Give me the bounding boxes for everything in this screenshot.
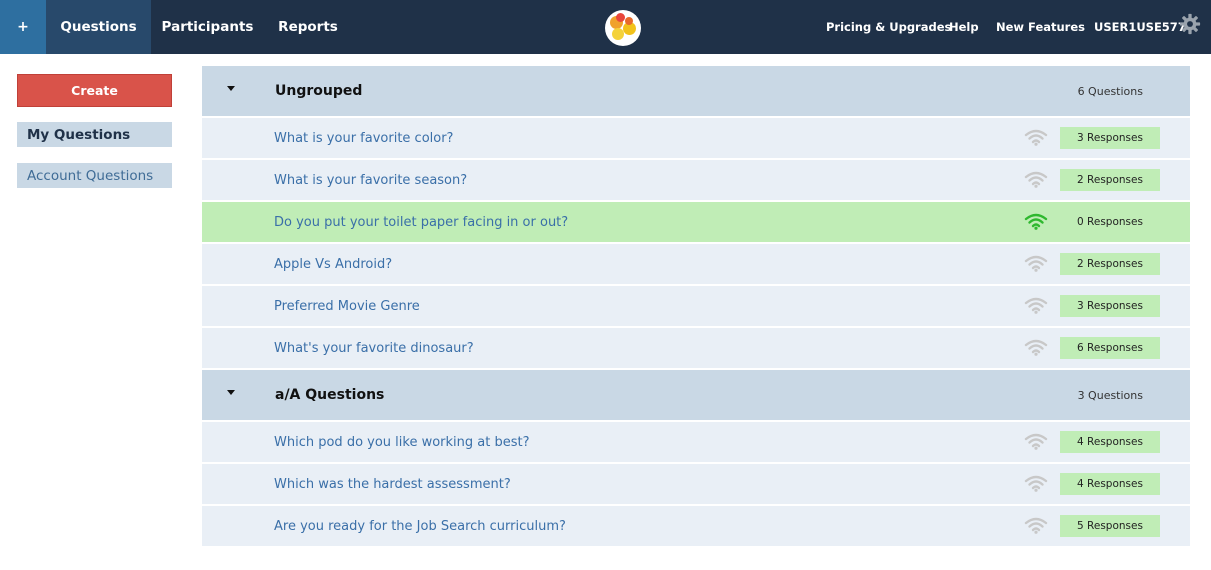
group-question-count: 6 Questions xyxy=(1077,84,1143,98)
tab-participants[interactable]: Participants xyxy=(151,0,264,54)
question-list: Ungrouped 6 Questions What is your favor… xyxy=(202,66,1190,548)
question-row: What is your favorite season? 2 Response… xyxy=(202,160,1190,200)
group-header-aa-questions: a/A Questions 3 Questions xyxy=(202,370,1190,420)
wifi-activate-icon[interactable] xyxy=(1024,254,1048,272)
sidebar-item-my-questions[interactable]: My Questions xyxy=(17,122,172,147)
group-title: Ungrouped xyxy=(275,83,363,99)
wifi-activate-icon[interactable] xyxy=(1024,296,1048,314)
app-logo xyxy=(605,10,641,46)
question-row: What's your favorite dinosaur? 6 Respons… xyxy=(202,328,1190,368)
responses-badge[interactable]: 0 Responses xyxy=(1060,211,1160,233)
responses-badge[interactable]: 5 Responses xyxy=(1060,515,1160,537)
wifi-activate-icon[interactable] xyxy=(1024,516,1048,534)
group-header-ungrouped: Ungrouped 6 Questions xyxy=(202,66,1190,116)
question-link[interactable]: What's your favorite dinosaur? xyxy=(274,328,474,368)
responses-badge[interactable]: 4 Responses xyxy=(1060,431,1160,453)
tab-questions[interactable]: Questions xyxy=(46,0,151,54)
wifi-activate-icon[interactable] xyxy=(1024,474,1048,492)
question-link[interactable]: Are you ready for the Job Search curricu… xyxy=(274,506,566,546)
question-link[interactable]: What is your favorite color? xyxy=(274,118,453,158)
wifi-activate-icon[interactable] xyxy=(1024,128,1048,146)
sidebar-item-account-questions[interactable]: Account Questions xyxy=(17,163,172,188)
question-link[interactable]: Which pod do you like working at best? xyxy=(274,422,530,462)
pricing-link[interactable]: Pricing & Upgrades xyxy=(826,0,951,54)
gear-icon[interactable] xyxy=(1179,13,1201,35)
collapse-caret-icon[interactable] xyxy=(227,390,235,395)
question-row: Which was the hardest assessment? 4 Resp… xyxy=(202,464,1190,504)
group-title: a/A Questions xyxy=(275,387,385,403)
responses-badge[interactable]: 6 Responses xyxy=(1060,337,1160,359)
collapse-caret-icon[interactable] xyxy=(227,86,235,91)
question-row: Apple Vs Android? 2 Responses xyxy=(202,244,1190,284)
add-button[interactable]: + xyxy=(0,0,46,54)
user-menu[interactable]: USER1USE577 xyxy=(1094,0,1186,54)
wifi-activate-icon[interactable] xyxy=(1024,432,1048,450)
responses-badge[interactable]: 2 Responses xyxy=(1060,169,1160,191)
question-row: Are you ready for the Job Search curricu… xyxy=(202,506,1190,546)
question-link[interactable]: Apple Vs Android? xyxy=(274,244,392,284)
wifi-activate-icon[interactable] xyxy=(1024,212,1048,230)
question-row: What is your favorite color? 3 Responses xyxy=(202,118,1190,158)
question-row: Preferred Movie Genre 3 Responses xyxy=(202,286,1190,326)
responses-badge[interactable]: 3 Responses xyxy=(1060,127,1160,149)
wifi-activate-icon[interactable] xyxy=(1024,338,1048,356)
help-link[interactable]: Help xyxy=(949,0,979,54)
group-question-count: 3 Questions xyxy=(1077,388,1143,402)
question-link[interactable]: Which was the hardest assessment? xyxy=(274,464,511,504)
responses-badge[interactable]: 2 Responses xyxy=(1060,253,1160,275)
responses-badge[interactable]: 4 Responses xyxy=(1060,473,1160,495)
responses-badge[interactable]: 3 Responses xyxy=(1060,295,1160,317)
new-features-link[interactable]: New Features xyxy=(996,0,1085,54)
question-link[interactable]: What is your favorite season? xyxy=(274,160,467,200)
question-row: Do you put your toilet paper facing in o… xyxy=(202,202,1190,242)
question-row: Which pod do you like working at best? 4… xyxy=(202,422,1190,462)
tab-reports[interactable]: Reports xyxy=(264,0,352,54)
wifi-activate-icon[interactable] xyxy=(1024,170,1048,188)
question-link[interactable]: Do you put your toilet paper facing in o… xyxy=(274,202,568,242)
top-nav-bar: + Questions Participants Reports Pricing… xyxy=(0,0,1211,54)
create-button[interactable]: Create xyxy=(17,74,172,107)
question-link[interactable]: Preferred Movie Genre xyxy=(274,286,420,326)
